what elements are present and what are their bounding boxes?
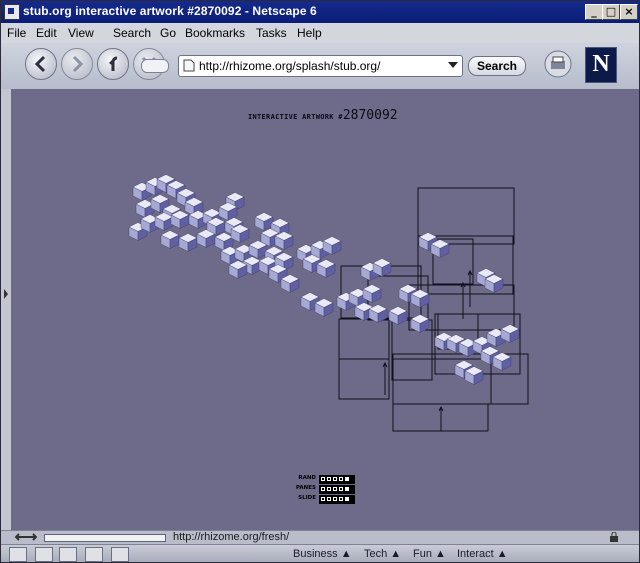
navigation-toolbar: http://rhizome.org/splash/stub.org/ Sear…: [1, 43, 639, 90]
tab-fun[interactable]: Fun ▲: [413, 548, 446, 560]
tab-tech-label: Tech: [364, 548, 388, 560]
menu-search[interactable]: Search: [113, 26, 151, 40]
progress-bar: [44, 534, 166, 542]
menu-edit[interactable]: Edit: [36, 26, 57, 40]
status-text: http://rhizome.org/fresh/: [173, 531, 290, 543]
forward-arrow-icon: [72, 55, 84, 73]
menu-bar: File Edit View Search Go Bookmarks Tasks…: [1, 23, 639, 43]
menu-bookmarks[interactable]: Bookmarks: [185, 26, 245, 40]
tab-business[interactable]: Business ▲: [293, 548, 352, 560]
pane-arrow: [467, 269, 473, 307]
mail-icon[interactable]: [35, 547, 53, 562]
slide-slider[interactable]: [319, 495, 355, 504]
menu-tasks[interactable]: Tasks: [256, 26, 287, 40]
cube-shape: [160, 230, 180, 249]
url-text: http://rhizome.org/splash/stub.org/: [199, 59, 381, 73]
search-button[interactable]: Search: [468, 56, 526, 76]
address-book-icon[interactable]: [111, 547, 129, 562]
sidebar-arrow-icon: [4, 289, 8, 299]
tab-business-label: Business: [293, 548, 338, 560]
panes-label: PANES: [295, 485, 316, 491]
reload-icon: [109, 56, 118, 71]
pane-frame: [338, 358, 390, 400]
artwork-canvas[interactable]: [11, 89, 639, 530]
component-bar: Business ▲ Tech ▲ Fun ▲ Interact ▲: [1, 544, 639, 562]
maximize-button[interactable]: □: [602, 4, 620, 20]
reload-button[interactable]: [97, 48, 129, 80]
slide-label: SLIDE: [298, 495, 316, 501]
url-bar[interactable]: http://rhizome.org/splash/stub.org/: [141, 55, 463, 77]
menu-help[interactable]: Help: [297, 26, 322, 40]
menu-go[interactable]: Go: [160, 26, 176, 40]
connection-icon: [15, 533, 37, 541]
title-bar[interactable]: stub.org interactive artwork #2870092 - …: [1, 1, 639, 23]
panes-slider[interactable]: [319, 485, 355, 494]
status-bar: http://rhizome.org/fresh/: [1, 530, 639, 545]
rand-slider[interactable]: [319, 475, 355, 484]
cube-shape: [178, 233, 198, 252]
back-button[interactable]: [25, 48, 57, 80]
pane-frame: [338, 318, 390, 360]
forward-button[interactable]: [61, 48, 93, 80]
pane-arrow: [382, 361, 388, 395]
app-icon: [4, 4, 20, 20]
tab-interact[interactable]: Interact ▲: [457, 548, 508, 560]
url-history-dropdown-icon[interactable]: [448, 62, 458, 68]
security-lock-icon: [610, 532, 618, 542]
print-icon[interactable]: [544, 50, 572, 78]
navigator-icon[interactable]: [9, 547, 27, 562]
page-icon: [183, 59, 195, 72]
back-arrow-icon: [34, 55, 46, 73]
page-content[interactable]: INTERACTIVE ARTWORK #2870092 RAND PANES …: [11, 89, 639, 530]
window-title: stub.org interactive artwork #2870092 - …: [23, 4, 317, 18]
menu-view[interactable]: View: [68, 26, 94, 40]
tab-tech[interactable]: Tech ▲: [364, 548, 401, 560]
netscape-logo[interactable]: N: [585, 47, 617, 83]
bookmark-dropdown-button[interactable]: [141, 59, 169, 73]
cube-shape: [254, 212, 274, 231]
composer-icon[interactable]: [85, 547, 103, 562]
browser-window: stub.org interactive artwork #2870092 - …: [0, 0, 640, 563]
rand-label: RAND: [298, 475, 316, 481]
close-button[interactable]: ×: [620, 4, 638, 20]
pane-arrow: [438, 405, 444, 431]
tab-interact-label: Interact: [457, 548, 494, 560]
minimize-button[interactable]: _: [585, 4, 603, 20]
tab-fun-label: Fun: [413, 548, 432, 560]
instant-messenger-icon[interactable]: [59, 547, 77, 562]
menu-file[interactable]: File: [7, 26, 26, 40]
